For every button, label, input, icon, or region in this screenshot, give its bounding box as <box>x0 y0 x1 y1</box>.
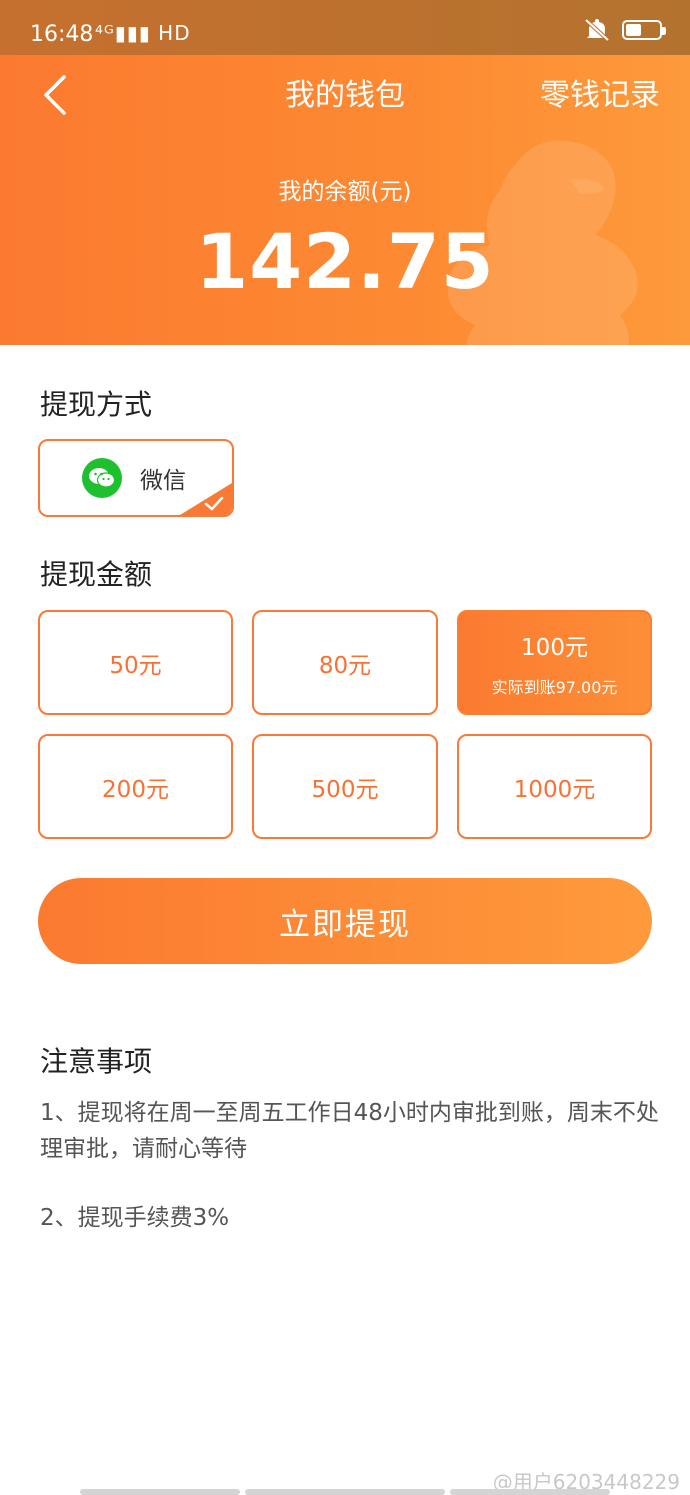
notice-item-2: 2、提现手续费3% <box>40 1205 230 1231</box>
balance-label: 我的余额(元) <box>278 179 412 205</box>
home-indicator-center <box>245 1489 445 1495</box>
amount-option-80[interactable]: 80元 <box>252 610 438 715</box>
amount-option-50[interactable]: 50元 <box>38 610 233 715</box>
amount-label: 200元 <box>102 776 169 803</box>
amount-label: 1000元 <box>513 776 596 803</box>
wallet-header: 我的钱包 零钱记录 我的余额(元) 142.75 <box>0 55 690 345</box>
method-option-wechat[interactable]: 微信 <box>38 439 234 517</box>
change-records-link[interactable]: 零钱记录 <box>540 70 660 114</box>
amount-section-title: 提现金额 <box>40 558 153 591</box>
amount-option-500[interactable]: 500元 <box>252 734 438 839</box>
status-time: 16:48 <box>30 22 94 47</box>
status-icons <box>584 18 666 42</box>
wechat-icon <box>82 458 122 498</box>
status-bar: 16:48 ⁴ᴳ▮▮▮ HD <box>0 0 690 55</box>
balance-value: 142.75 <box>195 217 495 306</box>
signal-indicator: ⁴ᴳ▮▮▮ HD <box>95 21 191 45</box>
actual-received-text: 实际到账97.00元 <box>491 677 618 697</box>
amount-label: 500元 <box>311 776 379 803</box>
amount-option-100[interactable]: 100元 实际到账97.00元 <box>457 610 652 715</box>
amount-label: 50元 <box>109 652 162 679</box>
notice-title: 注意事项 <box>40 1045 153 1078</box>
home-indicator-left <box>80 1489 240 1495</box>
notice-item-1: 1、提现将在周一至周五工作日48小时内审批到账，周末不处理审批，请耐心等待 <box>40 1100 659 1162</box>
selected-check-icon <box>180 483 232 515</box>
amount-label: 80元 <box>318 652 372 679</box>
home-indicator-right <box>450 1489 610 1495</box>
amount-label: 100元 <box>521 634 588 661</box>
method-section-title: 提现方式 <box>40 388 153 421</box>
amount-option-1000[interactable]: 1000元 <box>457 734 652 839</box>
mute-icon <box>584 18 610 42</box>
battery-icon <box>622 20 666 40</box>
amount-option-200[interactable]: 200元 <box>38 734 233 839</box>
withdraw-now-button[interactable]: 立即提现 <box>38 878 652 964</box>
